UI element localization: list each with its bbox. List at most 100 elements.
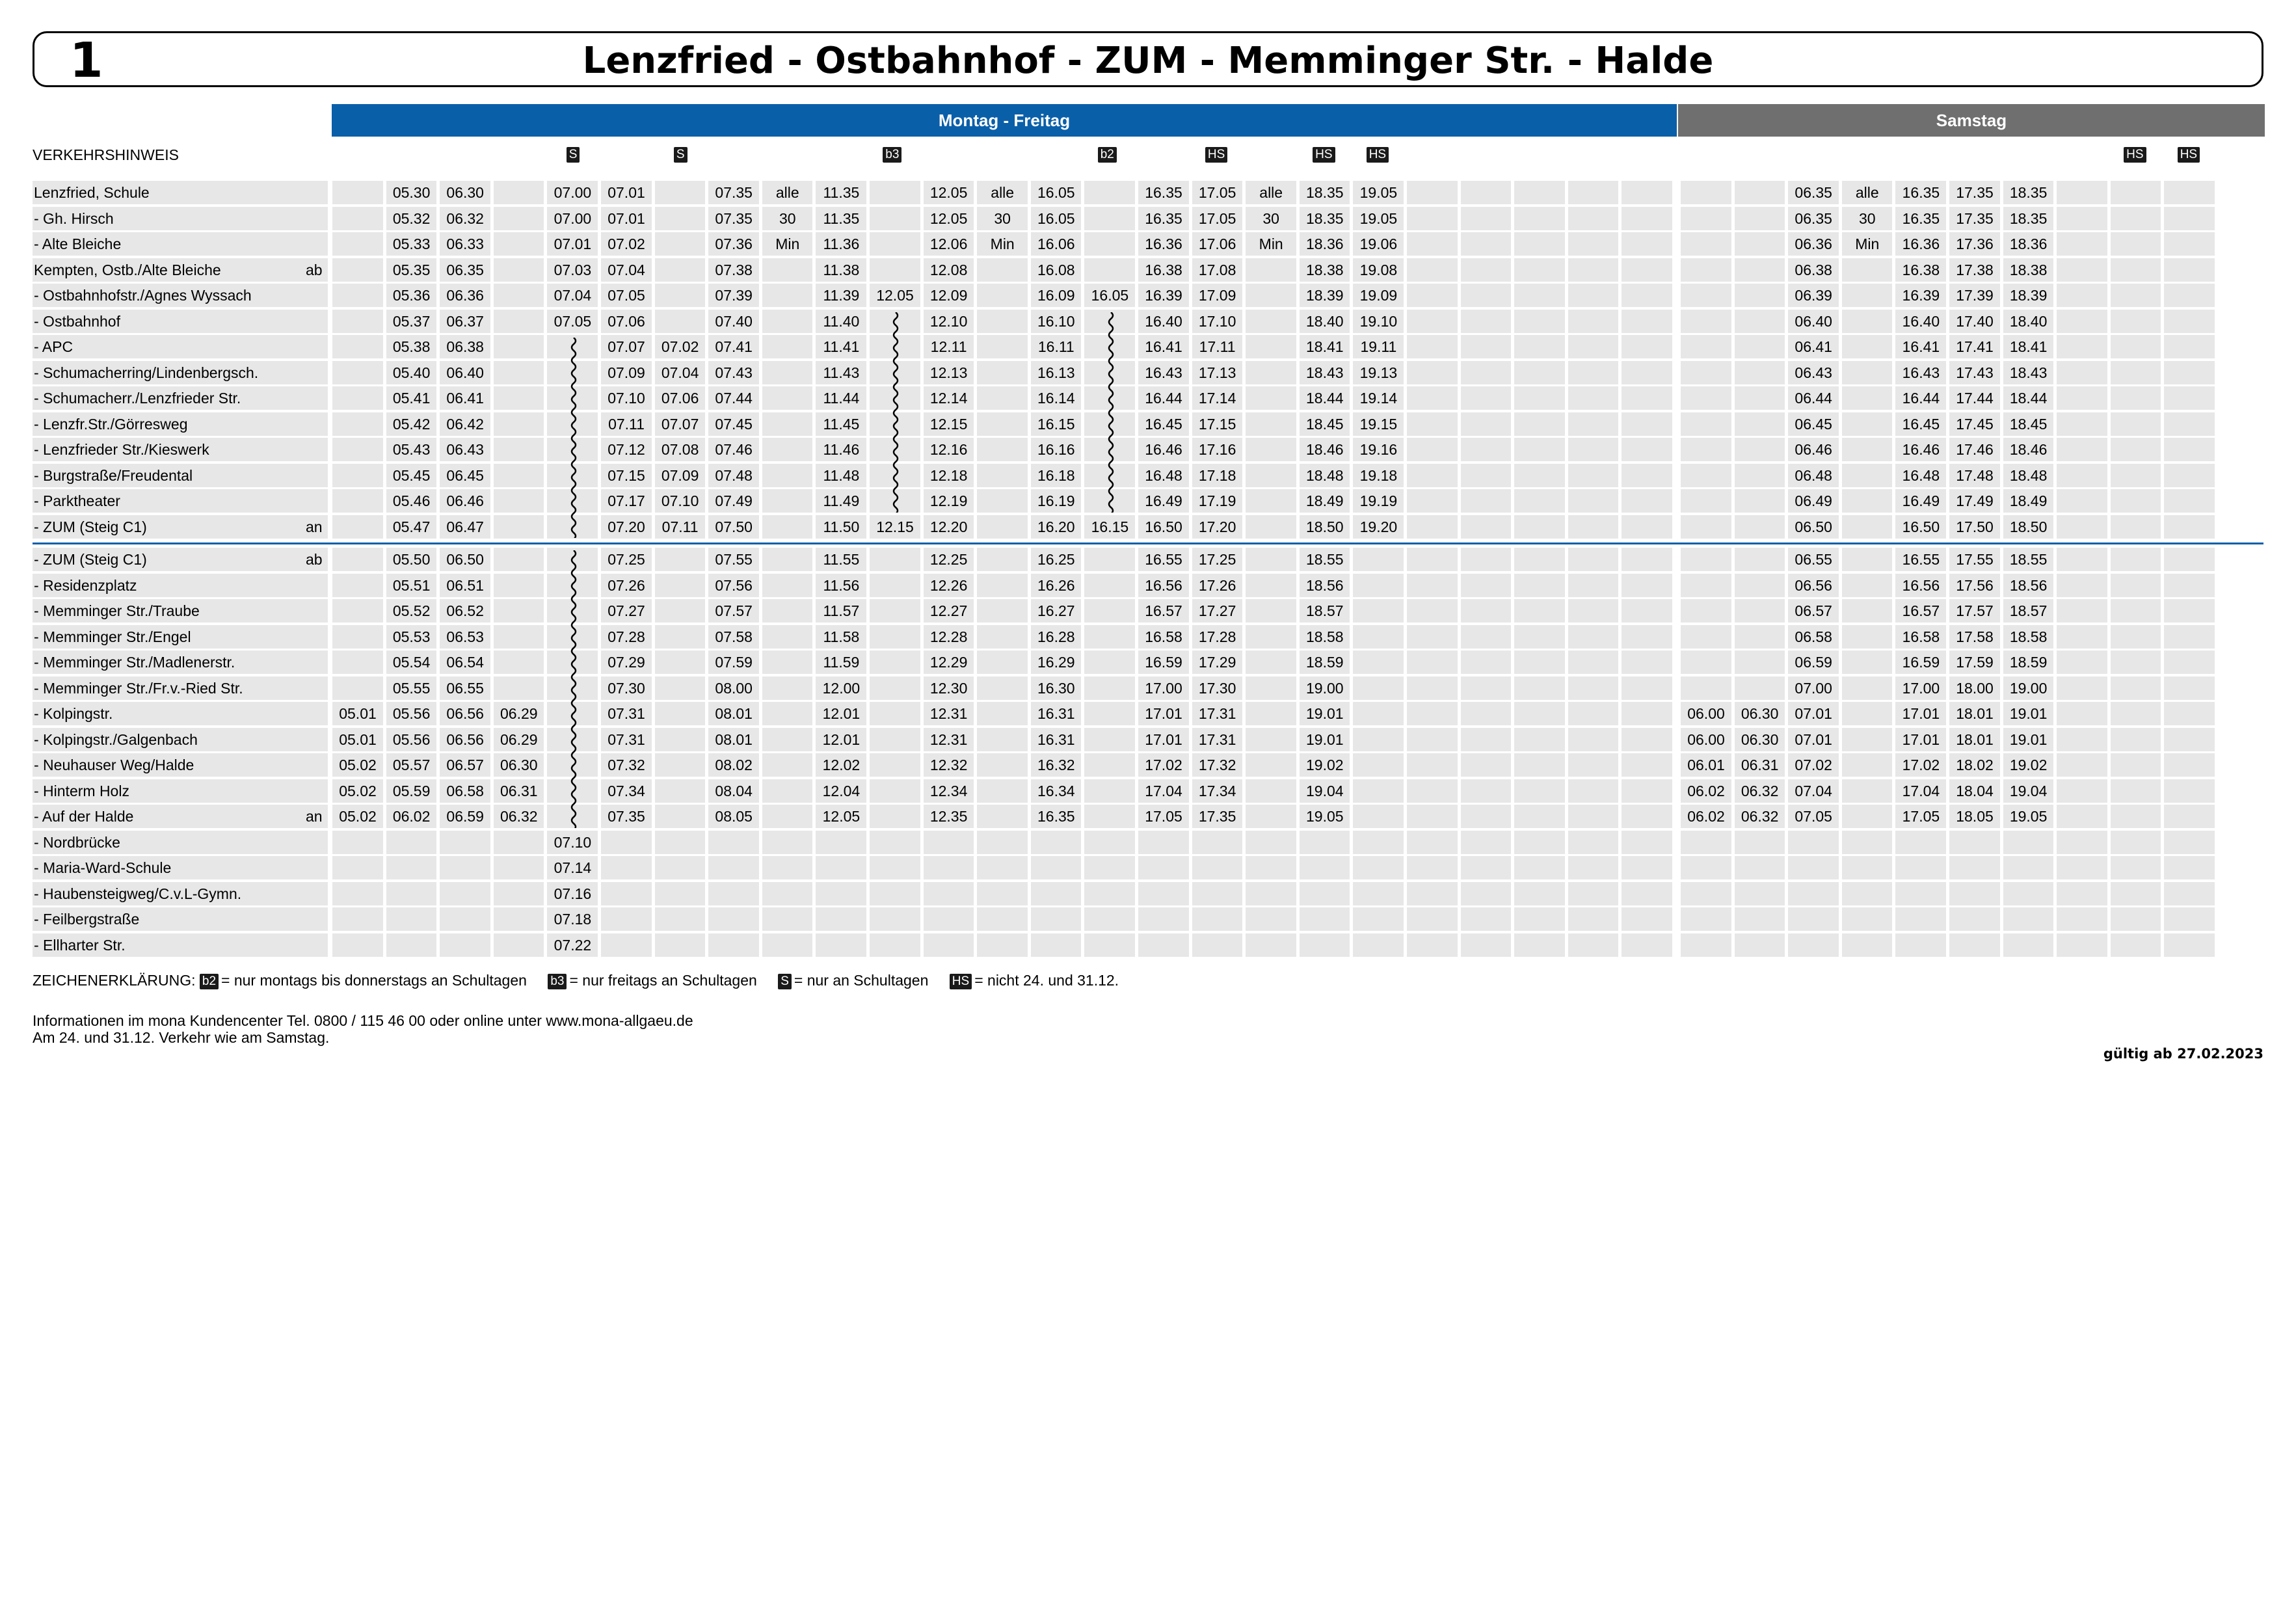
departure-time: 19.14 — [1352, 386, 1404, 410]
time-cell-bg — [977, 515, 1028, 539]
time-cell-bg — [1461, 753, 1512, 777]
departure-time: 06.49 — [1787, 489, 1839, 513]
time-cell-bg — [2057, 386, 2107, 410]
departure-time: 16.05 — [1030, 181, 1082, 204]
stop-name: - Gh. Hirsch — [34, 207, 114, 230]
departure-time: 12.00 — [815, 677, 867, 700]
time-cell-bg — [1246, 464, 1296, 487]
departure-time: 17.46 — [1949, 438, 2001, 461]
time-cell-bg — [494, 310, 544, 333]
time-cell-bg — [977, 882, 1028, 905]
time-cell-bg — [1735, 548, 1785, 571]
time-cell-bg — [655, 650, 706, 674]
time-cell-bg — [1622, 677, 1672, 700]
time-cell-bg — [2057, 412, 2107, 436]
time-cell-bg — [2057, 779, 2107, 803]
time-cell-bg — [1681, 882, 1731, 905]
time-cell-bg — [332, 625, 383, 649]
departure-time: 07.28 — [600, 625, 652, 649]
departure-time: 08.00 — [708, 677, 760, 700]
departure-time: 06.57 — [439, 753, 491, 777]
departure-time: 18.38 — [1299, 258, 1351, 282]
departure-time: 11.50 — [815, 515, 867, 539]
departure-time: 07.07 — [600, 335, 652, 358]
time-cell-bg — [1622, 702, 1672, 725]
departure-time: 05.02 — [332, 753, 384, 777]
time-cell-bg — [1735, 831, 1785, 854]
departure-time: 16.32 — [1030, 753, 1082, 777]
time-cell-bg — [655, 753, 706, 777]
departure-time: 18.40 — [2003, 310, 2055, 333]
time-cell-bg — [601, 933, 652, 957]
departure-time: 16.08 — [1030, 258, 1082, 282]
time-cell-bg — [655, 548, 706, 571]
time-cell-bg — [1514, 386, 1565, 410]
departure-time: 16.05 — [1030, 207, 1082, 230]
departure-time: 06.32 — [493, 805, 545, 828]
time-cell-bg — [1461, 574, 1512, 597]
time-cell-bg — [494, 831, 544, 854]
legend-items: b2 = nur montags bis donnerstags an Schul… — [200, 972, 1136, 989]
time-cell-bg — [2111, 882, 2161, 905]
departure-time: 17.01 — [1895, 702, 1947, 725]
time-cell-bg — [870, 548, 920, 571]
legend-prefix: ZEICHENERKLÄRUNG: — [33, 972, 195, 989]
departure-time: 16.35 — [1138, 207, 1190, 230]
time-cell-bg — [2003, 882, 2054, 905]
departure-time: 17.30 — [1192, 677, 1244, 700]
departure-time: 18.36 — [1299, 232, 1351, 256]
time-cell-bg — [1622, 412, 1672, 436]
time-cell-bg — [1514, 574, 1565, 597]
time-cell-bg — [1681, 284, 1731, 307]
time-cell-bg — [1681, 933, 1731, 957]
departure-time: Min — [976, 232, 1028, 256]
departure-time: 17.43 — [1949, 361, 2001, 384]
departure-time: 05.01 — [332, 702, 384, 725]
column-badge: b3 — [883, 147, 901, 163]
time-cell-bg — [816, 933, 866, 957]
departure-time: 16.19 — [1030, 489, 1082, 513]
time-cell-bg — [2111, 232, 2161, 256]
departure-time: 19.05 — [1352, 181, 1404, 204]
time-cell-bg — [1407, 677, 1458, 700]
departure-time: 16.55 — [1138, 548, 1190, 571]
time-cell-bg — [762, 574, 813, 597]
departure-time: 07.00 — [546, 181, 598, 204]
time-cell-bg — [1788, 933, 1839, 957]
time-cell-bg — [762, 650, 813, 674]
time-cell-bg — [1407, 361, 1458, 384]
departure-time: 11.48 — [815, 464, 867, 487]
time-cell-bg — [386, 831, 437, 854]
time-cell-bg — [1622, 625, 1672, 649]
time-cell-bg — [1407, 753, 1458, 777]
departure-time: 16.26 — [1030, 574, 1082, 597]
time-cell-bg — [870, 181, 920, 204]
time-cell-bg — [708, 856, 759, 879]
time-cell-bg — [977, 489, 1028, 513]
departure-time: 12.19 — [923, 489, 975, 513]
time-cell-bg — [1842, 882, 1893, 905]
time-cell-bg — [870, 702, 920, 725]
time-cell-bg — [977, 907, 1028, 931]
time-cell-bg — [1622, 574, 1672, 597]
time-cell-bg — [2057, 232, 2107, 256]
departure-time: 07.11 — [654, 515, 706, 539]
departure-time: 18.48 — [2003, 464, 2055, 487]
time-cell-bg — [1246, 779, 1296, 803]
departure-time: 06.56 — [439, 702, 491, 725]
time-cell-bg — [1246, 438, 1296, 461]
departure-time: 16.50 — [1895, 515, 1947, 539]
column-badge: HS — [2178, 147, 2200, 163]
departure-time: 16.56 — [1895, 574, 1947, 597]
time-cell-bg — [1246, 650, 1296, 674]
time-cell-bg — [2164, 335, 2215, 358]
departure-time: 05.47 — [386, 515, 438, 539]
departure-time: 07.12 — [600, 438, 652, 461]
time-cell-bg — [1895, 882, 1946, 905]
departure-time: 18.41 — [1299, 335, 1351, 358]
departure-time: 17.48 — [1949, 464, 2001, 487]
departure-time: 12.29 — [923, 650, 975, 674]
time-cell-bg — [1407, 831, 1458, 854]
time-cell-bg — [924, 831, 974, 854]
departure-time: Min — [1245, 232, 1297, 256]
